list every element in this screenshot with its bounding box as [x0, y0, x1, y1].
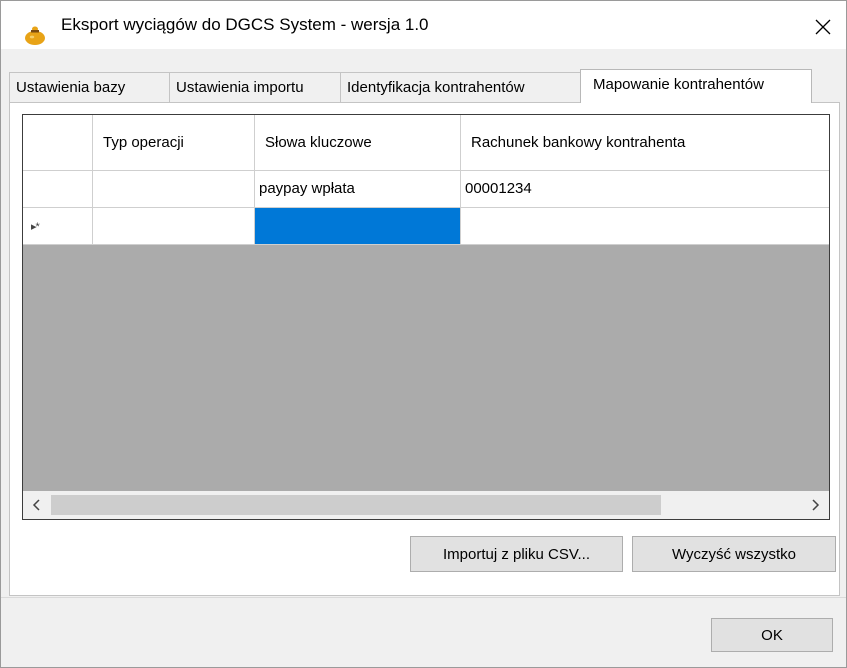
- cell-rachunek[interactable]: [461, 208, 829, 244]
- tab-identyfikacja-kontrahentow[interactable]: Identyfikacja kontrahentów: [340, 72, 581, 102]
- clear-all-button[interactable]: Wyczyść wszystko: [632, 536, 836, 572]
- scroll-left-button[interactable]: [23, 491, 51, 519]
- close-button[interactable]: [801, 9, 845, 45]
- footer-separator: [1, 597, 846, 598]
- horizontal-scrollbar[interactable]: [23, 491, 829, 519]
- tab-label: Ustawienia importu: [176, 79, 304, 96]
- import-csv-button[interactable]: Importuj z pliku CSV...: [410, 536, 623, 572]
- tab-mapowanie-kontrahentow[interactable]: Mapowanie kontrahentów: [580, 69, 812, 103]
- ok-button[interactable]: OK: [711, 618, 833, 652]
- table-row-new: ▸*: [23, 208, 829, 245]
- grid-header: Typ operacji Słowa kluczowe Rachunek ban…: [23, 115, 829, 171]
- table-row: paypay wpłata 00001234: [23, 171, 829, 208]
- column-header-typ-operacji[interactable]: Typ operacji: [93, 115, 255, 170]
- row-header-cell[interactable]: ▸*: [23, 208, 93, 244]
- chevron-left-icon: [32, 499, 40, 511]
- tab-panel-mapowanie: Typ operacji Słowa kluczowe Rachunek ban…: [9, 102, 840, 596]
- cell-slowa-kluczowe[interactable]: paypay wpłata: [255, 171, 461, 207]
- tab-strip: Ustawienia bazy Ustawienia importu Ident…: [9, 69, 839, 103]
- mapping-grid[interactable]: Typ operacji Słowa kluczowe Rachunek ban…: [22, 114, 830, 520]
- column-header-rachunek[interactable]: Rachunek bankowy kontrahenta: [461, 115, 829, 170]
- title-bar: Eksport wyciągów do DGCS System - wersja…: [1, 1, 846, 49]
- cell-slowa-kluczowe-selected[interactable]: [255, 208, 461, 244]
- column-header-slowa-kluczowe[interactable]: Słowa kluczowe: [255, 115, 461, 170]
- close-icon: [815, 19, 831, 35]
- tab-label: Identyfikacja kontrahentów: [347, 79, 525, 96]
- tab-ustawienia-bazy[interactable]: Ustawienia bazy: [9, 72, 170, 102]
- chevron-right-icon: [812, 499, 820, 511]
- row-header-cell[interactable]: [23, 171, 93, 207]
- cell-rachunek[interactable]: 00001234: [461, 171, 829, 207]
- scroll-thumb[interactable]: [51, 495, 661, 515]
- money-bag-icon: [23, 23, 47, 45]
- cell-typ-operacji[interactable]: [93, 171, 255, 207]
- window-title: Eksport wyciągów do DGCS System - wersja…: [61, 15, 429, 34]
- scroll-right-button[interactable]: [801, 491, 829, 519]
- new-row-marker-icon: ▸*: [31, 221, 40, 233]
- main-window: Eksport wyciągów do DGCS System - wersja…: [0, 0, 847, 668]
- row-header-column: [23, 115, 93, 170]
- cell-typ-operacji[interactable]: [93, 208, 255, 244]
- tab-ustawienia-importu[interactable]: Ustawienia importu: [169, 72, 341, 102]
- tab-label: Mapowanie kontrahentów: [593, 76, 764, 93]
- tab-label: Ustawienia bazy: [16, 79, 126, 96]
